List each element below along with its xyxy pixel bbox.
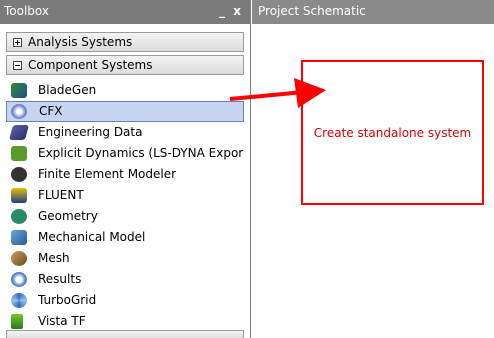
callout-text: Create standalone system — [313, 125, 472, 140]
create-standalone-system-dropzone[interactable]: Create standalone system — [301, 60, 484, 205]
drag-arrow-shaft — [229, 90, 305, 101]
